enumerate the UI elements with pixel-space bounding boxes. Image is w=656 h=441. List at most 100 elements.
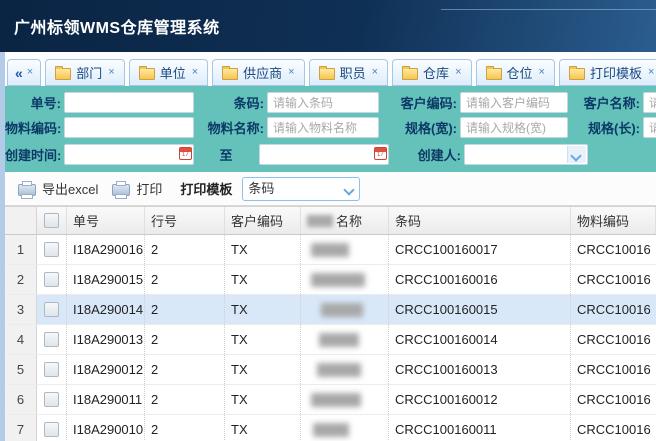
spec-width-input[interactable] — [460, 117, 568, 138]
customer-name-input[interactable] — [643, 92, 656, 113]
col-header-customer-name[interactable]: 名称 — [301, 207, 389, 234]
row-number: 5 — [5, 355, 37, 384]
cell-material-code: CRCC10016 — [571, 265, 656, 294]
cell-barcode: CRCC100160012 — [389, 385, 571, 414]
table-row[interactable]: 5 I18A290012 2 TX CRCC100160013 CRCC1001… — [5, 355, 656, 385]
tab-department[interactable]: 部门 × — [45, 59, 124, 86]
row-checkbox[interactable] — [44, 422, 59, 437]
tab-label: 仓位 — [507, 63, 533, 82]
customer-code-input[interactable] — [460, 92, 568, 113]
table-row[interactable]: 6 I18A290011 2 TX CRCC100160012 CRCC1001… — [5, 385, 656, 415]
tab-staff[interactable]: 职员 × — [309, 59, 388, 86]
tab-unit[interactable]: 单位 × — [129, 59, 208, 86]
cell-material-code: CRCC10016 — [571, 235, 656, 264]
table-row[interactable]: 4 I18A290013 2 TX CRCC100160014 CRCC1001… — [5, 325, 656, 355]
folder-icon — [139, 68, 155, 80]
date-to-field — [259, 144, 391, 165]
tab-label: 部门 — [76, 63, 102, 82]
chevron-down-icon[interactable] — [567, 146, 586, 163]
export-excel-label: 导出excel — [42, 179, 98, 198]
tab-supplier[interactable]: 供应商 × — [212, 59, 304, 86]
row-checkbox[interactable] — [44, 362, 59, 377]
material-code-label: 物料编码: — [5, 118, 61, 137]
cell-customer-name — [301, 415, 389, 441]
date-to-input[interactable] — [259, 144, 389, 165]
cell-customer-name — [301, 235, 389, 264]
col-header-line[interactable]: 行号 — [145, 207, 225, 234]
cell-customer-name — [301, 385, 389, 414]
page-title: 广州标领WMS仓库管理系统 — [14, 14, 220, 38]
tab-label: 供应商 — [243, 63, 282, 82]
date-from-input[interactable] — [64, 144, 194, 165]
cell-line: 2 — [145, 265, 225, 294]
left-edge-strip — [0, 52, 5, 441]
search-row-3: 创建时间: 至 创建人: — [5, 140, 656, 168]
col-header-material-code[interactable]: 物料编码 — [571, 207, 656, 234]
row-checkbox[interactable] — [44, 272, 59, 287]
row-checkbox[interactable] — [44, 242, 59, 257]
close-icon[interactable]: × — [539, 67, 545, 78]
close-icon[interactable]: × — [648, 67, 654, 78]
cell-material-code: CRCC10016 — [571, 385, 656, 414]
table-row-selected[interactable]: 3 I18A290014 2 TX CRCC100160015 CRCC1001… — [5, 295, 656, 325]
export-excel-button[interactable]: 导出excel — [18, 179, 104, 198]
row-checkbox[interactable] — [44, 332, 59, 347]
cell-line: 2 — [145, 385, 225, 414]
tab-bar: « × 部门 × 单位 × 供应商 × 职员 × 仓库 × 仓位 × 打印模板 … — [0, 52, 656, 86]
material-name-input[interactable] — [267, 117, 379, 138]
order-no-label: 单号: — [5, 93, 61, 112]
customer-code-label: 客户编码: — [379, 93, 457, 112]
calendar-icon[interactable] — [374, 147, 387, 160]
cell-barcode: CRCC100160017 — [389, 235, 571, 264]
tab-warehouse[interactable]: 仓库 × — [392, 59, 471, 86]
spec-length-input[interactable] — [643, 117, 656, 138]
row-number: 3 — [5, 295, 37, 324]
collapse-icon[interactable]: « — [15, 65, 23, 81]
results-table: 单号 行号 客户编码 名称 条码 物料编码 1 I18A290016 2 TX … — [5, 206, 656, 441]
cell-customer-code: TX — [225, 325, 301, 354]
close-icon[interactable]: × — [27, 67, 33, 78]
cell-order: I18A290011 — [67, 385, 145, 414]
order-no-input[interactable] — [64, 92, 194, 113]
close-icon[interactable]: × — [372, 67, 378, 78]
search-row-1: 单号: 条码: 客户编码: 客户名称: — [5, 90, 656, 115]
tab-label: 职员 — [340, 63, 366, 82]
cell-order: I18A290015 — [67, 265, 145, 294]
row-checkbox[interactable] — [44, 302, 59, 317]
tab-storage-location[interactable]: 仓位 × — [476, 59, 555, 86]
print-template-label: 打印模板 — [180, 179, 232, 198]
cell-line: 2 — [145, 325, 225, 354]
close-icon[interactable]: × — [288, 67, 294, 78]
cell-line: 2 — [145, 355, 225, 384]
print-template-select[interactable]: 条码 — [242, 177, 360, 201]
creator-select[interactable] — [464, 144, 588, 165]
row-checkbox[interactable] — [44, 392, 59, 407]
customer-name-label: 客户名称: — [568, 93, 640, 112]
tab-collapse[interactable]: « × — [7, 59, 41, 86]
folder-icon — [486, 68, 502, 80]
tab-print-template[interactable]: 打印模板 × — [559, 59, 656, 86]
table-row[interactable]: 2 I18A290015 2 TX CRCC100160016 CRCC1001… — [5, 265, 656, 295]
barcode-input[interactable] — [267, 92, 379, 113]
print-button[interactable]: 打印 — [112, 179, 168, 198]
cell-material-code: CRCC10016 — [571, 355, 656, 384]
col-header-customer-code[interactable]: 客户编码 — [225, 207, 301, 234]
col-header-order[interactable]: 单号 — [67, 207, 145, 234]
close-icon[interactable]: × — [108, 67, 114, 78]
close-icon[interactable]: × — [192, 67, 198, 78]
row-number: 7 — [5, 415, 37, 441]
row-number: 1 — [5, 235, 37, 264]
spec-width-label: 规格(宽): — [379, 118, 457, 137]
folder-icon — [569, 68, 585, 80]
close-icon[interactable]: × — [455, 67, 461, 78]
select-all-checkbox[interactable] — [44, 213, 59, 228]
redacted-text — [317, 363, 361, 377]
material-code-input[interactable] — [64, 117, 194, 138]
cell-customer-code: TX — [225, 355, 301, 384]
table-row[interactable]: 1 I18A290016 2 TX CRCC100160017 CRCC1001… — [5, 235, 656, 265]
calendar-icon[interactable] — [179, 147, 192, 160]
printer-icon — [112, 184, 130, 196]
table-row[interactable]: 7 I18A290010 2 TX CRCC100160011 CRCC1001… — [5, 415, 656, 441]
cell-order: I18A290016 — [67, 235, 145, 264]
col-header-barcode[interactable]: 条码 — [389, 207, 571, 234]
